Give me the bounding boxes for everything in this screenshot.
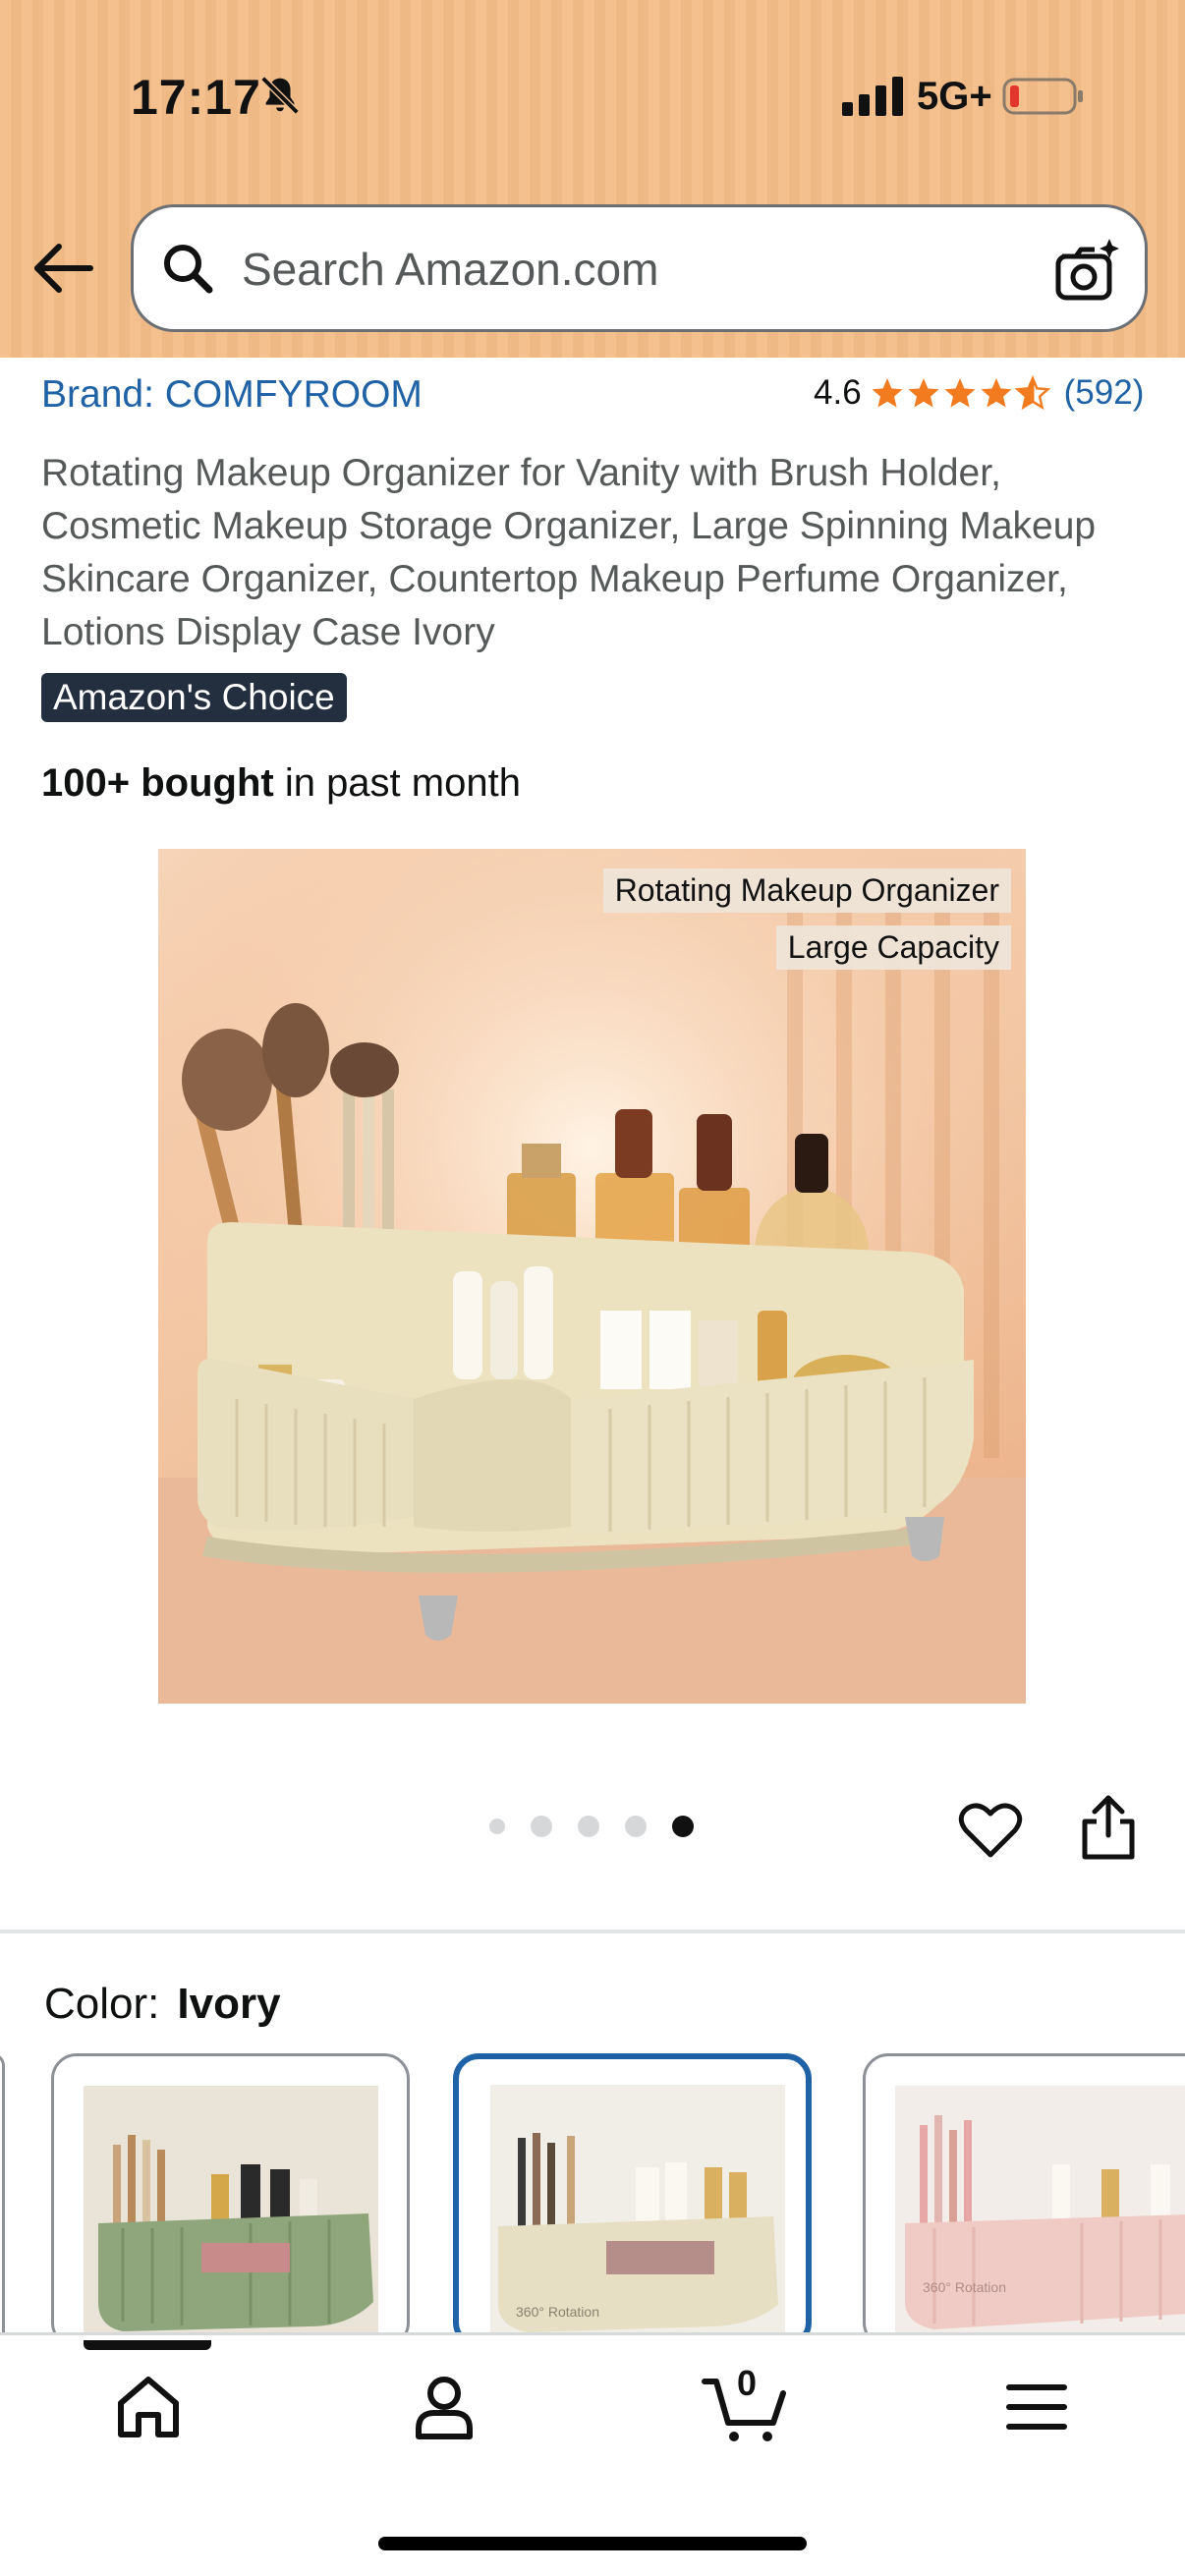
header-bar: 17:17 5G+ — [0, 0, 1185, 358]
nav-active-indicator — [84, 2340, 211, 2350]
star-icon — [944, 378, 976, 408]
pager-dot[interactable] — [489, 1819, 505, 1834]
share-icon[interactable] — [1077, 1792, 1140, 1861]
rating[interactable]: 4.6 (592) — [814, 373, 1144, 413]
star-icon — [872, 378, 903, 408]
status-time: 17:17 — [131, 70, 261, 125]
rating-value: 4.6 — [814, 373, 862, 412]
bought-count-rest: in past month — [273, 761, 521, 805]
swatch-thumbnail: 360° Rotation — [895, 2086, 1185, 2345]
home-indicator[interactable] — [378, 2537, 807, 2550]
swatch-thumbnail: 360° Rotation — [490, 2085, 785, 2342]
color-label: Color: Ivory — [44, 1980, 281, 2029]
color-swatch-green[interactable] — [51, 2053, 410, 2348]
swatch-thumbnail — [84, 2086, 378, 2345]
amazons-choice-badge[interactable]: Amazon's Choice — [41, 673, 347, 722]
search-input[interactable] — [242, 235, 1028, 304]
color-swatch-pink[interactable]: 360° Rotation — [863, 2053, 1185, 2348]
cart-count: 0 — [736, 2363, 758, 2403]
star-icon — [981, 378, 1012, 408]
account-icon[interactable] — [405, 2368, 483, 2446]
pager-dot-active[interactable] — [672, 1816, 694, 1837]
search-icon — [164, 245, 213, 294]
product-image[interactable]: Rotating Makeup Organizer Large Capacity — [158, 849, 1026, 1704]
color-selected-value: Ivory — [177, 1980, 281, 2028]
bought-count-bold: 100+ bought — [41, 761, 274, 805]
image-label: Rotating Makeup Organizer — [602, 868, 1011, 913]
swatch-rotation-caption: 360° Rotation — [516, 2304, 599, 2320]
brand-link[interactable]: Brand: COMFYROOM — [41, 373, 423, 417]
menu-icon[interactable] — [997, 2368, 1076, 2446]
pager-dot[interactable] — [531, 1816, 552, 1837]
pager-dot[interactable] — [625, 1816, 647, 1837]
image-label: Large Capacity — [775, 925, 1011, 970]
heart-icon[interactable] — [958, 1798, 1023, 1863]
bought-count: 100+ bought in past month — [41, 761, 521, 806]
color-label-text: Color: — [44, 1980, 160, 2028]
signal-icon — [842, 77, 903, 116]
rating-count-link[interactable]: (592) — [1064, 373, 1145, 413]
organizer-illustration — [158, 849, 1026, 1704]
pager-dot[interactable] — [578, 1816, 599, 1837]
color-swatch-ivory[interactable]: 360° Rotation — [453, 2053, 812, 2348]
section-divider — [0, 1930, 1185, 1933]
camera-lens-icon[interactable] — [1052, 235, 1123, 306]
product-title: Rotating Makeup Organizer for Vanity wit… — [41, 452, 1097, 653]
home-icon[interactable] — [109, 2368, 188, 2446]
star-half-icon — [1014, 375, 1050, 411]
star-rating — [870, 375, 1050, 411]
image-pager[interactable] — [489, 1816, 694, 1837]
network-label: 5G+ — [917, 75, 992, 118]
swatch-partial[interactable] — [0, 2053, 5, 2348]
star-icon — [908, 378, 939, 408]
search-bar[interactable] — [131, 204, 1148, 332]
swatch-rotation-caption: 360° Rotation — [923, 2279, 1006, 2295]
bell-muted-icon — [260, 76, 300, 115]
battery-icon — [1002, 78, 1083, 115]
back-arrow-icon[interactable] — [29, 234, 98, 303]
